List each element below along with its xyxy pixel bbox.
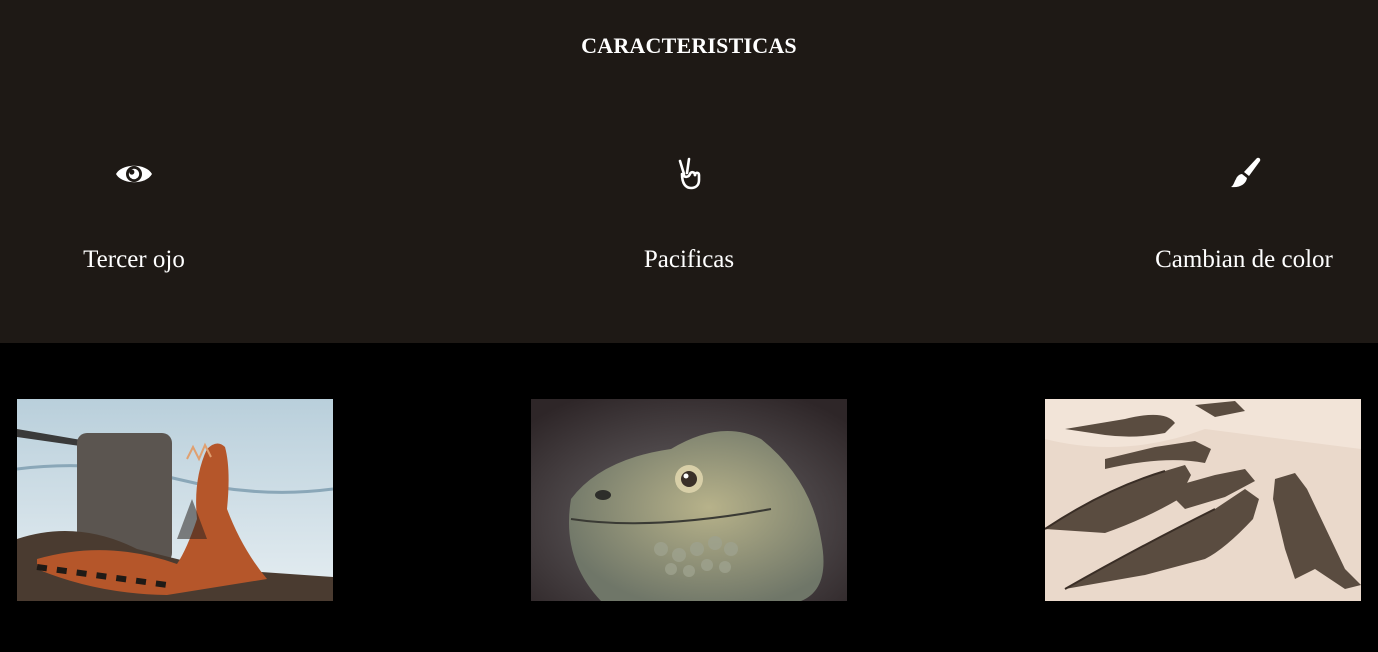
feature-label: Pacificas (643, 246, 735, 273)
paint-brush-icon (1222, 150, 1266, 194)
peace-hand-icon (667, 150, 711, 194)
section-title: CARACTERISTICAS (581, 33, 797, 58)
features-section: CARACTERISTICAS Tercer ojo Pacificas Cam… (0, 0, 1378, 343)
iguana-photo-group-sand (1045, 399, 1361, 601)
feature-third-eye: Tercer ojo (14, 150, 254, 275)
feature-change-color: Cambian de color (1124, 150, 1364, 275)
iguana-photo-rocks (17, 399, 333, 601)
eye-icon (112, 150, 156, 194)
feature-peaceful: Pacificas (569, 150, 809, 275)
gallery-section (0, 343, 1378, 652)
feature-label: Tercer ojo (83, 246, 185, 273)
iguana-photo-closeup (531, 399, 847, 601)
feature-label: Cambian de color (1155, 246, 1333, 273)
